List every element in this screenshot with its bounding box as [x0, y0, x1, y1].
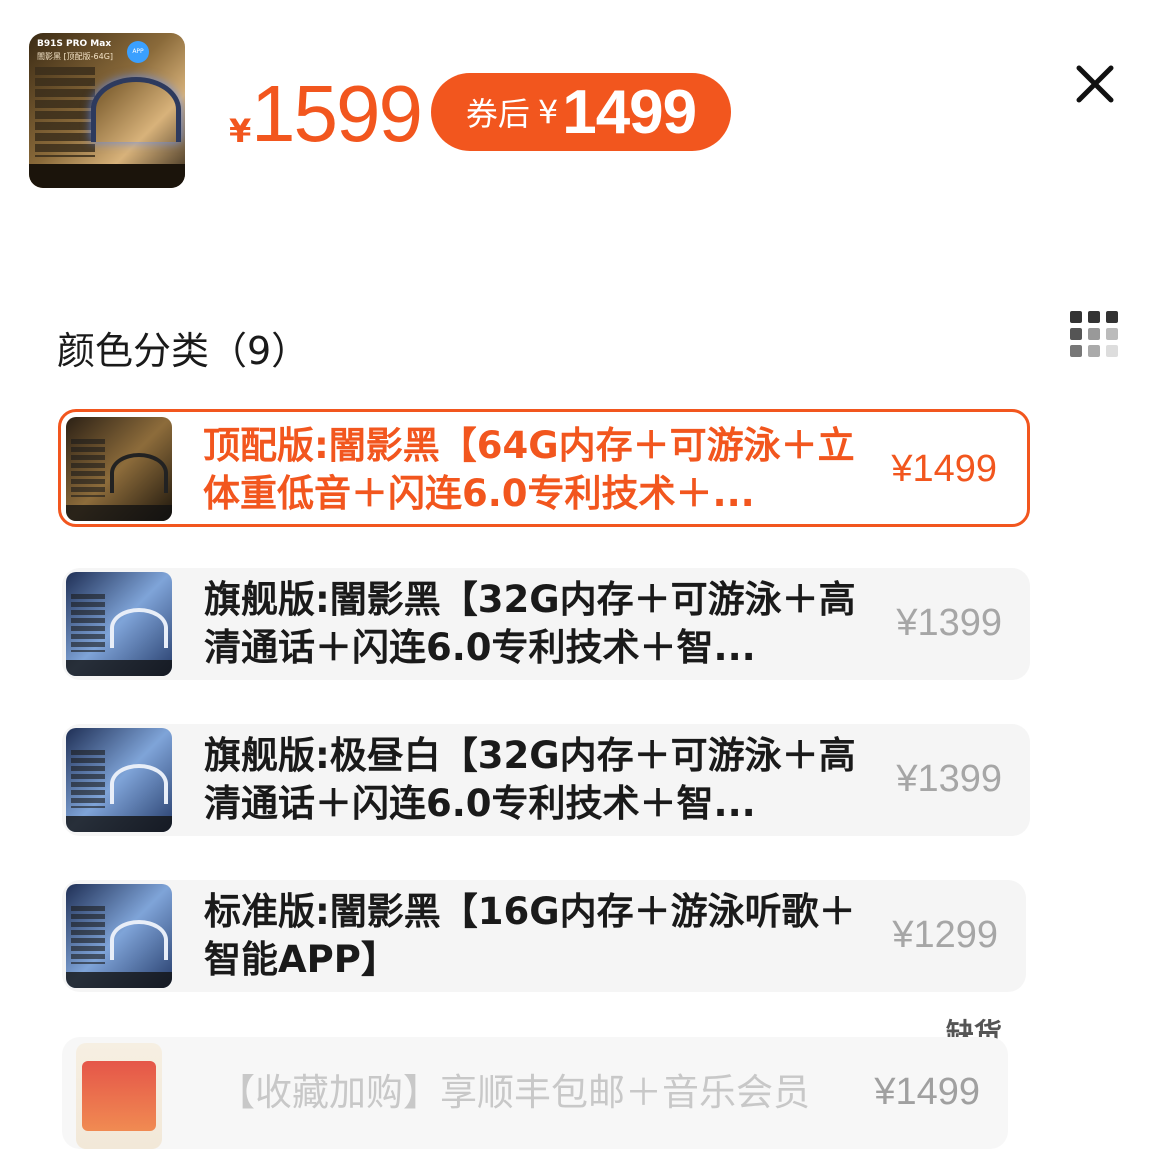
section-title: 颜色分类（9） [57, 329, 310, 373]
headset-image [91, 77, 181, 142]
sku-thumbnail [66, 884, 172, 988]
price-currency: ¥ [229, 112, 252, 150]
sku-label: 【收藏加购】享顺丰包邮＋音乐会员 [218, 1071, 810, 1114]
sku-label: 顶配版:闇影黑【64G内存＋可游泳＋立体重低音＋闪连6.0专利技术＋... [203, 424, 855, 515]
sku-thumbnail [66, 572, 172, 676]
coupon-label: 券后 [465, 95, 530, 133]
sku-price: ¥1399 [896, 758, 1002, 800]
thumb-footer [66, 660, 172, 676]
sku-label: 标准版:闇影黑【16G内存＋游泳听歌＋智能APP】 [204, 890, 856, 981]
thumb-feature-lines [71, 750, 105, 808]
product-thumbnail[interactable]: B91S PRO Max 闇影黑 [顶配版-64G] APP [29, 33, 185, 188]
sku-label: 旗舰版:闇影黑【32G内存＋可游泳＋高清通话＋闪连6.0专利技术＋智... [204, 578, 856, 669]
thumb-feature-lines [71, 594, 105, 652]
sku-price: ¥1299 [892, 914, 998, 956]
coupon-price: 1499 [562, 77, 697, 147]
sku-option[interactable]: 旗舰版:闇影黑【32G内存＋可游泳＋高清通话＋闪连6.0专利技术＋智... ¥1… [62, 568, 1030, 680]
thumb-headset [110, 764, 168, 804]
coupon-price-badge: 券后 ¥ 1499 [431, 73, 731, 151]
app-badge: APP [127, 41, 149, 63]
sku-label: 旗舰版:极昼白【32G内存＋可游泳＋高清通话＋闪连6.0专利技术＋智... [204, 734, 856, 825]
coupon-currency: ¥ [537, 93, 559, 131]
feature-list-graphic [35, 67, 95, 157]
thumb-title: B91S PRO Max [37, 39, 112, 49]
close-icon [1076, 65, 1114, 103]
sku-option[interactable]: 旗舰版:极昼白【32G内存＋可游泳＋高清通话＋闪连6.0专利技术＋智... ¥1… [62, 724, 1030, 836]
thumb-footer [66, 972, 172, 988]
sku-price: ¥1399 [896, 602, 1002, 644]
sku-thumbnail [76, 1043, 162, 1149]
thumb-feature-lines [71, 439, 105, 497]
thumb-subtitle: 闇影黑 [顶配版-64G] [37, 52, 114, 61]
thumb-footer [66, 816, 172, 832]
promo-graphic [82, 1061, 156, 1131]
thumb-headset [110, 453, 168, 493]
sku-option-sold-out: 【收藏加购】享顺丰包邮＋音乐会员 ¥1499 [62, 1037, 1008, 1149]
thumb-footer [29, 164, 185, 188]
thumb-feature-lines [71, 906, 105, 964]
sku-option-selected[interactable]: 顶配版:闇影黑【64G内存＋可游泳＋立体重低音＋闪连6.0专利技术＋... ¥1… [58, 409, 1030, 527]
sku-thumbnail [66, 417, 172, 521]
thumb-headset [110, 920, 168, 960]
sku-price: ¥1499 [891, 448, 997, 490]
thumb-footer [66, 505, 172, 521]
grid-view-toggle[interactable] [1070, 309, 1118, 357]
sku-price: ¥1499 [874, 1071, 980, 1113]
price: 1599 [251, 69, 423, 158]
thumb-headset [110, 608, 168, 648]
sku-option[interactable]: 标准版:闇影黑【16G内存＋游泳听歌＋智能APP】 ¥1299 [62, 880, 1026, 992]
sku-thumbnail [66, 728, 172, 832]
close-button[interactable] [1073, 62, 1117, 106]
